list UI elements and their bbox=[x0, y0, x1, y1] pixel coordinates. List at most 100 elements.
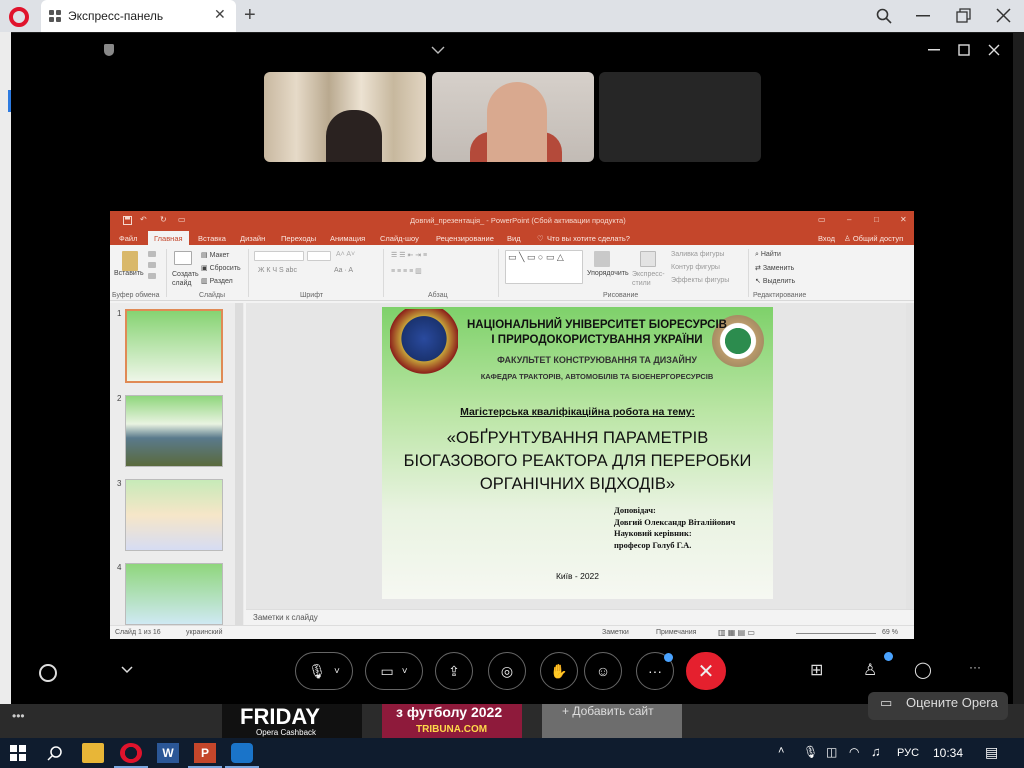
cut-icon[interactable] bbox=[148, 251, 156, 257]
taskbar-search-icon[interactable] bbox=[47, 745, 63, 761]
select-button[interactable]: ↖ Выделить bbox=[755, 277, 795, 285]
notifications-icon[interactable]: ▤ bbox=[985, 744, 998, 761]
slideshow-start-icon[interactable]: ▭ bbox=[178, 215, 186, 224]
shape-outline-button[interactable]: Контур фигуры bbox=[671, 264, 720, 271]
tray-mic-icon[interactable]: 🎙 bbox=[803, 745, 818, 759]
shape-effects-button[interactable]: Эффекты фигуры bbox=[671, 277, 729, 284]
opera-taskbar-icon[interactable] bbox=[120, 743, 142, 763]
align-icons[interactable]: ≡ ≡ ≡ ≡ ▥ bbox=[391, 267, 422, 275]
tab-home[interactable]: Главная bbox=[148, 231, 189, 245]
undo-icon[interactable]: ↶ bbox=[140, 215, 147, 224]
volume-icon[interactable]: ♫ bbox=[871, 744, 881, 759]
zoom-level[interactable]: 69 % bbox=[882, 629, 898, 636]
powerpoint-icon[interactable]: P bbox=[194, 743, 216, 763]
notes-toggle[interactable]: Заметки bbox=[602, 629, 629, 636]
meeting-close-icon[interactable] bbox=[988, 44, 1000, 56]
overflow-icon[interactable]: ··· bbox=[969, 660, 981, 674]
speed-dial-tile-2[interactable]: з футболу 2022 TRIBUNA.COM bbox=[382, 704, 522, 738]
tab-review[interactable]: Рецензирование bbox=[436, 234, 494, 243]
font-size-select[interactable] bbox=[307, 251, 331, 261]
copy-icon[interactable] bbox=[148, 262, 156, 268]
thumbnails-scrollbar[interactable] bbox=[235, 303, 243, 625]
expand-chevron-icon[interactable] bbox=[121, 666, 133, 674]
share-screen-button[interactable]: ⇪ bbox=[435, 652, 473, 690]
input-language[interactable]: РУС bbox=[897, 747, 919, 759]
minimize-icon[interactable] bbox=[916, 15, 930, 17]
ppt-maximize-icon[interactable]: □ bbox=[874, 215, 879, 224]
font-name-select[interactable] bbox=[254, 251, 304, 261]
notes-pane[interactable]: Заметки к слайду bbox=[246, 609, 914, 625]
clock-time[interactable]: 10:34 bbox=[933, 746, 963, 760]
tell-me-input[interactable]: Что вы хотите сделать? bbox=[547, 234, 630, 243]
opera-logo-icon[interactable] bbox=[9, 7, 29, 27]
page-more-icon[interactable]: ••• bbox=[12, 709, 25, 723]
list-icons[interactable]: ☰ ☰ ⇤ ⇥ ≡ bbox=[391, 251, 427, 259]
record-button[interactable]: ◎ bbox=[488, 652, 526, 690]
restore-icon[interactable] bbox=[956, 8, 971, 23]
quick-styles-button[interactable]: Экспресс-стили bbox=[632, 270, 666, 288]
camera-options-icon[interactable]: ˅ bbox=[402, 666, 408, 677]
status-ring-icon[interactable] bbox=[39, 664, 57, 682]
file-explorer-icon[interactable] bbox=[82, 743, 104, 763]
arrange-icon[interactable] bbox=[594, 251, 610, 267]
view-normal-icon[interactable]: ▥ ▦ ▤ ▭ bbox=[718, 628, 755, 637]
chevron-down-icon[interactable] bbox=[431, 46, 445, 54]
zoom-slider[interactable] bbox=[796, 633, 876, 634]
tab-file[interactable]: Файл bbox=[119, 234, 137, 243]
redo-icon[interactable]: ↻ bbox=[160, 215, 167, 224]
rate-opera-button[interactable]: ▭ Оцените Opera bbox=[868, 692, 1008, 720]
paste-icon[interactable] bbox=[122, 251, 138, 271]
windows-start-icon[interactable] bbox=[10, 745, 26, 761]
font-format-icons[interactable]: Ж К Ч S abc bbox=[258, 267, 297, 274]
tab-animation[interactable]: Анимация bbox=[330, 234, 365, 243]
search-icon[interactable] bbox=[876, 8, 892, 24]
meeting-app-icon[interactable] bbox=[231, 743, 253, 763]
new-slide-button[interactable]: Создать слайд bbox=[172, 270, 199, 288]
ppt-close-icon[interactable]: ✕ bbox=[900, 215, 907, 224]
save-icon[interactable] bbox=[123, 216, 132, 225]
speed-dial-tile-1[interactable]: FRIDAY Opera Cashback bbox=[222, 704, 362, 738]
reactions-button[interactable]: ☺ bbox=[584, 652, 622, 690]
camera-button[interactable]: ▭ ˅ bbox=[365, 652, 423, 690]
participant-video-2[interactable] bbox=[432, 72, 594, 162]
browser-tab[interactable]: Экспресс-панель ✕ bbox=[41, 0, 236, 32]
participants-icon[interactable]: ♙ bbox=[863, 660, 877, 680]
microphone-button[interactable]: 🎙 ˅ bbox=[295, 652, 353, 690]
ppt-minimize-icon[interactable]: – bbox=[847, 215, 851, 224]
arrange-button[interactable]: Упорядочить bbox=[587, 270, 629, 277]
close-icon[interactable] bbox=[996, 8, 1011, 23]
mic-options-icon[interactable]: ˅ bbox=[334, 666, 340, 677]
participant-video-3[interactable] bbox=[599, 72, 761, 162]
word-icon[interactable]: W bbox=[157, 743, 179, 763]
format-painter-icon[interactable] bbox=[148, 273, 156, 279]
shape-fill-button[interactable]: Заливка фигуры bbox=[671, 251, 724, 258]
quick-styles-icon[interactable] bbox=[640, 251, 656, 267]
replace-button[interactable]: ⇄ Заменить bbox=[755, 264, 794, 272]
font-grow-icon[interactable]: A˄ A˅ bbox=[336, 251, 355, 258]
apps-icon[interactable]: ⊞ bbox=[810, 660, 823, 680]
new-tab-button[interactable]: + bbox=[244, 4, 256, 27]
ribbon-display-icon[interactable]: ▭ bbox=[818, 215, 826, 224]
font-color-icon[interactable]: Aa · A bbox=[334, 267, 353, 274]
reset-button[interactable]: ▣ Сбросить bbox=[201, 264, 241, 272]
section-button[interactable]: ▥ Раздел bbox=[201, 277, 233, 285]
tray-overflow-icon[interactable]: ˄ bbox=[778, 745, 784, 757]
tab-view[interactable]: Вид bbox=[507, 234, 521, 243]
raise-hand-button[interactable]: ✋ bbox=[540, 652, 578, 690]
meeting-maximize-icon[interactable] bbox=[958, 44, 970, 56]
new-slide-icon[interactable] bbox=[174, 251, 192, 265]
tab-insert[interactable]: Вставка bbox=[198, 234, 226, 243]
meeting-minimize-icon[interactable] bbox=[928, 49, 940, 51]
thumbnail-slide-2[interactable] bbox=[125, 395, 223, 467]
layout-button[interactable]: ▤ Макет bbox=[201, 251, 229, 259]
chat-icon[interactable]: ◯ bbox=[914, 660, 932, 680]
thumbnail-slide-3[interactable] bbox=[125, 479, 223, 551]
tab-transitions[interactable]: Переходы bbox=[281, 234, 316, 243]
tab-slideshow[interactable]: Слайд-шоу bbox=[380, 234, 419, 243]
participant-video-1[interactable] bbox=[264, 72, 426, 162]
tab-design[interactable]: Дизайн bbox=[240, 234, 265, 243]
thumbnail-slide-4[interactable] bbox=[125, 563, 223, 625]
slide-scrollbar[interactable] bbox=[906, 303, 914, 609]
thumbnail-slide-1[interactable] bbox=[125, 309, 223, 383]
share-button[interactable]: ♙ Общий доступ bbox=[844, 234, 903, 243]
